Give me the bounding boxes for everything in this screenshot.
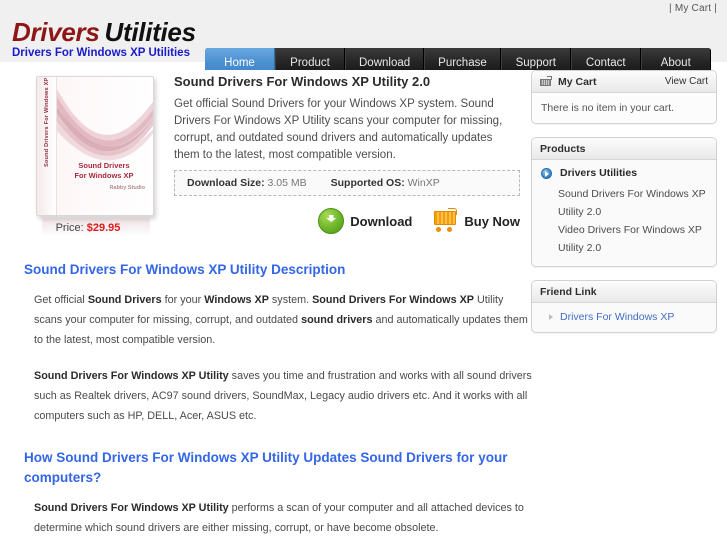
list-item[interactable]: Video Drivers For Windows XP Utility 2.0 (558, 221, 707, 257)
friend-link-panel-title: Friend Link (540, 285, 597, 298)
download-button[interactable]: Download (318, 208, 412, 234)
top-bar-links: | My Cart | (669, 3, 717, 14)
product-meta: Download Size: 3.05 MB Supported OS: Win… (174, 170, 520, 196)
friend-link-panel: Friend Link Drivers For Windows XP (531, 280, 717, 333)
play-circle-icon (541, 167, 552, 179)
cart-panel-body: There is no item in your cart. (532, 93, 716, 123)
buy-now-button-label: Buy Now (464, 213, 520, 229)
article-paragraph-3: Sound Drivers For Windows XP Utility per… (34, 498, 532, 538)
p2-seg-a: Sound Drivers For Windows XP Utility (34, 370, 229, 382)
p1-seg-a: Get official (34, 294, 88, 306)
sidebar-item-drivers-utilities[interactable]: Drivers Utilities (532, 160, 716, 184)
article-paragraph-2: Sound Drivers For Windows XP Utility sav… (34, 366, 532, 426)
shopping-cart-icon (432, 208, 458, 233)
download-size-label: Download Size: (187, 177, 265, 189)
supported-os-label: Supported OS: (330, 177, 405, 189)
left-column: Sound Drivers For Windows XP Sound Drive… (12, 70, 532, 534)
products-panel-title: Products (540, 142, 586, 155)
my-cart-link[interactable]: | My Cart | (669, 3, 717, 14)
article-paragraph-1: Get official Sound Drivers for your Wind… (34, 290, 532, 350)
site-header: Drivers Utilities Drivers For Windows XP … (0, 18, 727, 80)
box-title-line1: Sound Drivers (78, 161, 130, 170)
product-boxshot: Sound Drivers For Windows XP Sound Drive… (20, 72, 172, 236)
box-title-line2: For Windows XP (74, 171, 134, 180)
friend-link-item[interactable]: Drivers For Windows XP (541, 311, 707, 323)
p1-seg-d: Windows XP (204, 294, 269, 306)
price-value: $29.95 (86, 222, 121, 234)
download-button-label: Download (350, 213, 413, 229)
site-logo[interactable]: Drivers Utilities Drivers For Windows XP … (12, 18, 196, 60)
product-info: Sound Drivers For Windows XP Utility 2.0… (174, 70, 520, 164)
products-panel: Products Drivers Utilities Sound Drivers… (531, 137, 717, 267)
p1-seg-b: Sound Drivers (87, 294, 162, 306)
product-price: Price: $29.95 (12, 222, 164, 234)
top-bar: | My Cart | (0, 0, 727, 18)
article-heading-description: Sound Drivers For Windows XP Utility Des… (24, 262, 346, 277)
box-studio-label: Rabby Studio (109, 185, 145, 191)
page-root: | My Cart | Drivers Utilities Drivers For… (0, 0, 727, 545)
product-summary: Sound Drivers For Windows XP Sound Drive… (12, 70, 520, 236)
cart-panel-title: My Cart (558, 75, 597, 88)
download-size-group: Download Size: 3.05 MB (187, 177, 307, 189)
list-item[interactable]: Sound Drivers For Windows XP Utility 2.0 (558, 185, 707, 221)
product-title: Sound Drivers For Windows XP Utility 2.0 (174, 74, 431, 89)
p1-seg-e: system. (268, 294, 313, 306)
content-area: Sound Drivers For Windows XP Sound Drive… (0, 70, 727, 545)
buy-now-button[interactable]: Buy Now (432, 208, 520, 233)
p1-seg-f: Sound Drivers For Windows XP (312, 294, 474, 306)
box-artwork (57, 83, 153, 165)
logo-word-drivers: Drivers (12, 17, 100, 47)
box-swoosh-graphic (57, 89, 153, 161)
cart-panel: My Cart View Cart There is no item in yo… (531, 70, 717, 124)
view-cart-link[interactable]: View Cart (665, 76, 708, 87)
sidebar-item-drivers-utilities-label: Drivers Utilities (560, 167, 638, 179)
download-size-value: 3.05 MB (267, 177, 307, 189)
arrow-right-icon (549, 314, 553, 320)
p1-seg-c: for your (161, 294, 205, 306)
friend-link-panel-body: Drivers For Windows XP (532, 303, 716, 332)
logo-wordmark: Drivers Utilities (12, 18, 196, 46)
products-sub-list: Sound Drivers For Windows XP Utility 2.0… (532, 184, 716, 266)
supported-os-group: Supported OS: WinXP (331, 177, 440, 189)
p3-seg-a: Sound Drivers For Windows XP Utility (34, 502, 229, 514)
article-section: Sound Drivers For Windows XP Utility Des… (24, 260, 532, 545)
logo-tagline: Drivers For Windows XP Utilities (12, 47, 190, 59)
box-title: Sound Drivers For Windows XP (59, 161, 149, 181)
box-spine: Sound Drivers For Windows XP (37, 77, 57, 215)
logo-word-utilities: Utilities (104, 17, 197, 47)
supported-os-value: WinXP (407, 177, 440, 189)
p1-seg-h: sound drivers (301, 314, 373, 326)
article-heading-updates: How Sound Drivers For Windows XP Utility… (24, 450, 508, 485)
friend-link-item-label: Drivers For Windows XP (560, 311, 675, 323)
products-panel-body: Drivers Utilities Sound Drivers For Wind… (532, 160, 716, 266)
product-box-image: Sound Drivers For Windows XP Sound Drive… (36, 76, 154, 216)
products-panel-header: Products (532, 138, 716, 160)
price-label: Price: (55, 222, 84, 234)
download-icon (318, 208, 345, 234)
cart-empty-message: There is no item in your cart. (541, 102, 675, 114)
product-description: Get official Sound Drivers for your Wind… (174, 98, 503, 161)
right-sidebar: My Cart View Cart There is no item in yo… (531, 70, 717, 346)
product-actions: Download Buy Now (174, 208, 520, 234)
cart-panel-header: My Cart View Cart (532, 71, 716, 93)
box-spine-text: Sound Drivers For Windows XP (44, 77, 50, 167)
friend-link-panel-header: Friend Link (532, 281, 716, 303)
cart-icon (540, 75, 553, 88)
